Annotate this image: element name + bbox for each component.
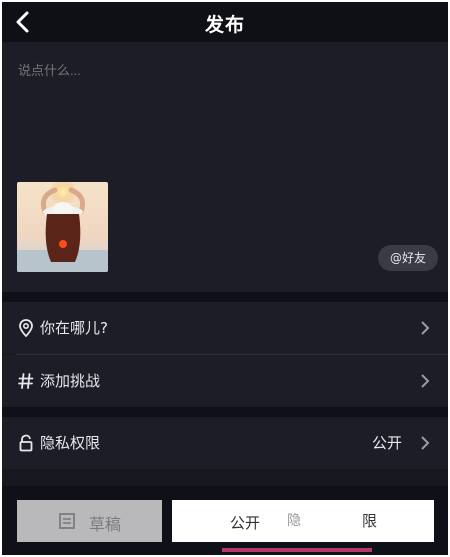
lock-icon	[19, 434, 33, 452]
draft-button[interactable]: 草稿	[17, 500, 162, 542]
location-label: 你在哪儿?	[40, 319, 108, 337]
caption-input[interactable]	[16, 62, 420, 79]
chevron-right-icon	[421, 436, 430, 450]
privacy-row[interactable]: 隐私权限 公开	[2, 417, 448, 469]
publish-button[interactable]: 公开 隐 限	[172, 500, 434, 542]
draft-label: 草稿	[89, 515, 122, 534]
hashtag-icon	[18, 373, 34, 389]
challenge-label: 添加挑战	[40, 372, 101, 390]
draft-icon	[59, 513, 75, 529]
privacy-label: 隐私权限	[40, 434, 101, 452]
accent-strip	[222, 548, 372, 552]
video-thumbnail[interactable]	[17, 182, 108, 272]
challenge-row[interactable]: 添加挑战	[2, 355, 448, 407]
chevron-right-icon	[421, 321, 430, 335]
section-gap	[2, 407, 448, 417]
publish-screen: 发布 说点什么... @好友 你在哪儿? 添加挑战 隐私权限 公开 草稿 公开 …	[2, 2, 448, 555]
page-title: 发布	[204, 14, 245, 36]
thumbnail-image	[17, 182, 108, 272]
privacy-value: 公开	[371, 434, 402, 452]
chevron-right-icon	[421, 374, 430, 388]
publish-label: 公开	[230, 514, 261, 532]
top-bar: 发布	[2, 2, 448, 42]
privacy-text-fragment: 限	[362, 512, 378, 530]
location-pin-icon	[19, 319, 33, 338]
location-row[interactable]: 你在哪儿?	[2, 302, 448, 354]
privacy-text-fragment: 隐	[287, 513, 301, 529]
bottom-action-bar: 草稿 公开 隐 限	[2, 486, 448, 555]
mention-friends-button[interactable]: @好友	[378, 245, 438, 271]
section-gap	[2, 292, 448, 302]
compose-area: @好友	[2, 42, 448, 292]
